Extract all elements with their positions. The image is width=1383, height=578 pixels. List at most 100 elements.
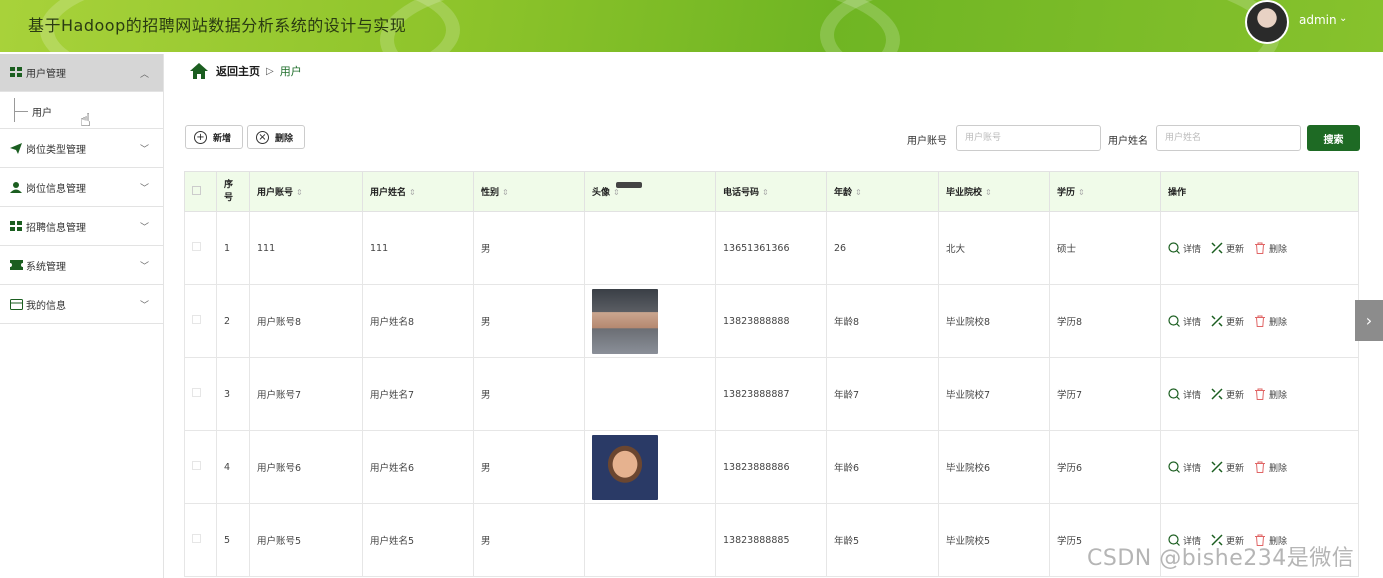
row-actions: 详情 更新 删除 <box>1168 388 1351 401</box>
update-label: 更新 <box>1226 463 1245 474</box>
column-header-phone[interactable]: 电话号码 ⇕ <box>715 171 827 212</box>
detail-label: 详情 <box>1183 463 1202 474</box>
cell-age: 年龄7 <box>826 357 939 431</box>
cell-age-value: 年龄5 <box>834 536 860 547</box>
cell-gender: 男 <box>473 430 585 504</box>
avatar[interactable] <box>1245 0 1289 44</box>
add-button[interactable]: + 新增 <box>185 125 243 149</box>
cell-name: 用户姓名7 <box>362 357 474 431</box>
home-icon[interactable] <box>190 63 208 79</box>
cell-account: 用户账号8 <box>249 284 363 358</box>
column-header-age[interactable]: 年龄 ⇕ <box>826 171 939 212</box>
row-checkbox[interactable] <box>192 388 201 397</box>
cell-phone-value: 13823888888 <box>723 315 790 327</box>
add-button-label: 新增 <box>213 133 232 144</box>
sort-icon[interactable]: ⇕ <box>409 188 416 197</box>
sort-icon[interactable]: ⇕ <box>855 188 862 197</box>
ticket-icon <box>10 259 23 271</box>
update-button[interactable]: 更新 <box>1211 461 1244 474</box>
cell-school: 毕业院校5 <box>938 503 1050 577</box>
update-button[interactable]: 更新 <box>1211 242 1244 255</box>
wrench-icon <box>1211 388 1223 400</box>
select-all-checkbox[interactable] <box>192 185 201 195</box>
sidebar-item-job-info[interactable]: 岗位信息管理 ﹀ <box>0 168 163 207</box>
sort-icon[interactable]: ⇕ <box>502 188 509 197</box>
cell-school-value: 毕业院校6 <box>946 463 991 474</box>
row-delete-button[interactable]: 删除 <box>1254 461 1287 474</box>
sort-icon[interactable]: ⇕ <box>296 188 303 197</box>
row-checkbox[interactable] <box>192 534 201 543</box>
cell-avatar <box>584 182 716 285</box>
cell-school: 北大 <box>938 211 1050 285</box>
breadcrumb-separator: ▷ <box>266 65 274 77</box>
search-account-input[interactable] <box>956 125 1101 151</box>
update-button[interactable]: 更新 <box>1211 388 1244 401</box>
sort-icon[interactable]: ⇕ <box>762 188 769 197</box>
sidebar-item-system[interactable]: 系统管理 ﹀ <box>0 246 163 285</box>
column-header-degree[interactable]: 学历 ⇕ <box>1049 171 1161 212</box>
column-header-avatar[interactable]: 头像 ⇕ <box>584 171 716 212</box>
sort-icon[interactable]: ⇕ <box>613 188 620 197</box>
detail-button[interactable]: 详情 <box>1168 388 1201 401</box>
cell-phone-value: 13823888886 <box>723 461 790 473</box>
cell-name: 用户姓名8 <box>362 284 474 358</box>
sort-icon[interactable]: ⇕ <box>1078 188 1085 197</box>
sidebar-item-job-type[interactable]: 岗位类型管理 ﹀ <box>0 129 163 168</box>
detail-button[interactable]: 详情 <box>1168 242 1201 255</box>
row-select-cell <box>184 357 217 431</box>
row-delete-button[interactable]: 删除 <box>1254 388 1287 401</box>
sort-icon[interactable]: ⇕ <box>985 188 992 197</box>
table-row: 3 用户账号7 用户姓名7 男 13823888887 年龄7 毕业院校7 学历7 详情 更新 删除 <box>184 357 1359 431</box>
cell-gender: 男 <box>473 284 585 358</box>
row-actions: 详情 更新 删除 <box>1168 461 1351 474</box>
tree-line <box>14 98 15 122</box>
delete-label: 删除 <box>1269 390 1288 401</box>
sidebar-item-label: 招聘信息管理 <box>26 222 86 234</box>
cell-index: 4 <box>216 430 250 504</box>
cell-phone: 13823888885 <box>715 503 827 577</box>
cell-account-value: 用户账号6 <box>257 463 302 474</box>
sidebar-item-user-management[interactable]: 用户管理 ︿ <box>0 54 163 92</box>
row-checkbox[interactable] <box>192 315 201 324</box>
column-header-gender[interactable]: 性别 ⇕ <box>473 171 585 212</box>
chevron-down-icon[interactable]: ⌄ <box>1339 13 1347 24</box>
cell-actions: 详情 更新 删除 <box>1160 357 1359 431</box>
detail-button[interactable]: 详情 <box>1168 461 1201 474</box>
sidebar-item-label: 用户管理 <box>26 69 66 80</box>
update-button[interactable]: 更新 <box>1211 315 1244 328</box>
next-arrow-button[interactable]: › <box>1355 300 1383 341</box>
user-menu[interactable]: admin <box>1299 13 1337 27</box>
column-header-label: 用户账号 <box>257 188 294 198</box>
sidebar-item-recruit-info[interactable]: 招聘信息管理 ﹀ <box>0 207 163 246</box>
search-button[interactable]: 搜索 <box>1307 125 1360 151</box>
row-delete-button[interactable]: 删除 <box>1254 315 1287 328</box>
column-header-school[interactable]: 毕业院校 ⇕ <box>938 171 1050 212</box>
avatar-image[interactable] <box>592 434 658 500</box>
avatar-image <box>616 182 642 188</box>
breadcrumb-home[interactable]: 返回主页 <box>216 63 260 79</box>
column-header-account[interactable]: 用户账号 ⇕ <box>249 171 363 212</box>
sidebar-item-my-info[interactable]: 我的信息 ﹀ <box>0 285 163 324</box>
detail-icon <box>1168 388 1180 400</box>
cell-phone: 13823888886 <box>715 430 827 504</box>
cell-index-value: 2 <box>224 315 231 327</box>
row-checkbox[interactable] <box>192 461 201 470</box>
avatar-image[interactable] <box>592 288 658 354</box>
watermark: CSDN @bishe234是微信 <box>1087 546 1355 571</box>
cell-school: 毕业院校7 <box>938 357 1050 431</box>
cell-school: 毕业院校8 <box>938 284 1050 358</box>
row-delete-button[interactable]: 删除 <box>1254 242 1287 255</box>
cell-account-value: 111 <box>257 242 276 254</box>
row-checkbox[interactable] <box>192 242 201 251</box>
sidebar-item-label: 系统管理 <box>26 261 66 273</box>
search-name-label: 用户姓名 <box>1108 136 1148 147</box>
cell-phone-value: 13651361366 <box>723 242 790 254</box>
detail-button[interactable]: 详情 <box>1168 315 1201 328</box>
search-name-input[interactable] <box>1156 125 1301 151</box>
cell-phone: 13651361366 <box>715 211 827 285</box>
column-header-name[interactable]: 用户姓名 ⇕ <box>362 171 474 212</box>
delete-button[interactable]: × 删除 <box>247 125 305 149</box>
row-select-cell <box>184 284 217 358</box>
cell-gender: 男 <box>473 357 585 431</box>
cell-name-value: 111 <box>370 242 389 254</box>
